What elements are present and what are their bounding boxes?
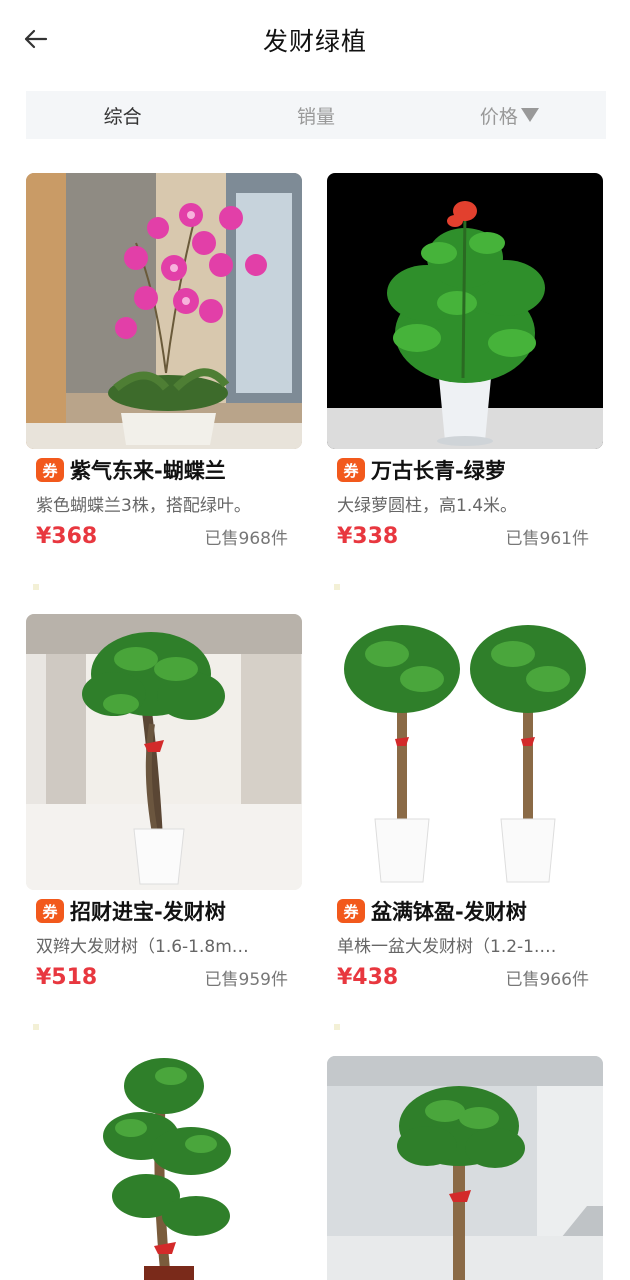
coupon-badge: 券 (337, 458, 365, 482)
product-card[interactable] (26, 1056, 302, 1280)
price-row: ¥368 已售968件 (36, 524, 288, 549)
divider-dot (33, 584, 39, 590)
product-name: 万古长青-绿萝 (371, 459, 506, 483)
product-price: ¥338 (337, 524, 399, 549)
product-name-row: 券 万古长青-绿萝 (337, 455, 603, 485)
product-card[interactable]: 券 万古长青-绿萝 大绿萝圆柱，高1.4米。 ¥338 已售961件 (327, 173, 603, 549)
product-name-row: 券 盆满钵盈-发财树 (337, 896, 603, 926)
sold-count: 已售961件 (505, 529, 589, 549)
sort-tab-comprehensive-label: 综合 (103, 105, 142, 128)
sold-count: 已售968件 (204, 529, 288, 549)
sort-tab-comprehensive[interactable]: 综合 (26, 91, 219, 139)
product-price: ¥518 (36, 965, 98, 990)
sort-tab-price[interactable]: 价格 (413, 91, 606, 139)
product-price: ¥368 (36, 524, 98, 549)
price-row: ¥438 已售966件 (337, 965, 589, 990)
product-description: 双辫大发财树（1.6-1.8m… (36, 937, 249, 957)
product-name: 紫气东来-蝴蝶兰 (70, 459, 226, 483)
price-row: ¥518 已售959件 (36, 965, 288, 990)
divider-dot (334, 584, 340, 590)
product-image-pothos (327, 173, 603, 449)
divider-dot (334, 1024, 340, 1030)
product-description: 单株一盆大发财树（1.2-1.… (337, 937, 557, 957)
product-card[interactable]: 券 紫气东来-蝴蝶兰 紫色蝴蝶兰3株，搭配绿叶。 ¥368 已售968件 (26, 173, 302, 549)
product-image-money-tree-tall (26, 1056, 302, 1280)
product-image-money-tree-pair (327, 614, 603, 890)
price-row: ¥338 已售961件 (337, 524, 589, 549)
coupon-badge: 券 (36, 458, 64, 482)
coupon-badge: 券 (36, 899, 64, 923)
product-description: 大绿萝圆柱，高1.4米。 (337, 496, 518, 516)
coupon-badge: 券 (337, 899, 365, 923)
sort-down-triangle-icon (520, 108, 539, 122)
top-bar: 发财绿植 (0, 0, 630, 80)
product-card[interactable] (327, 1056, 603, 1280)
product-name-row: 券 招财进宝-发财树 (36, 896, 302, 926)
product-price: ¥438 (337, 965, 399, 990)
product-card[interactable]: 券 盆满钵盈-发财树 单株一盆大发财树（1.2-1.… ¥438 已售966件 (327, 614, 603, 990)
page-title: 发财绿植 (262, 27, 367, 56)
sort-tab-price-label: 价格 (479, 105, 518, 128)
sort-tab-sales-label: 销量 (296, 105, 335, 128)
product-image-money-tree-braided (26, 614, 302, 890)
product-image-money-tree-interior (327, 1056, 603, 1280)
sort-tab-sales[interactable]: 销量 (219, 91, 412, 139)
product-description: 紫色蝴蝶兰3株，搭配绿叶。 (36, 496, 251, 516)
sort-bar: 综合 销量 价格 (26, 91, 606, 139)
divider-dot (33, 1024, 39, 1030)
product-name: 盆满钵盈-发财树 (371, 900, 527, 924)
sold-count: 已售959件 (204, 970, 288, 990)
product-card[interactable]: 券 招财进宝-发财树 双辫大发财树（1.6-1.8m… ¥518 已售959件 (26, 614, 302, 990)
product-name-row: 券 紫气东来-蝴蝶兰 (36, 455, 302, 485)
sold-count: 已售966件 (505, 970, 589, 990)
product-image-orchid (26, 173, 302, 449)
product-name: 招财进宝-发财树 (70, 900, 226, 924)
